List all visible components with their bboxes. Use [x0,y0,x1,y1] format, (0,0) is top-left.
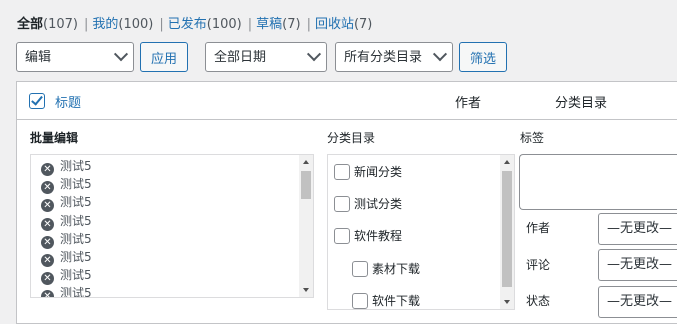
scroll-up-arrow-icon[interactable] [299,155,313,169]
post-title: 测试5 [60,195,92,209]
date-filter-select[interactable]: 全部日期 [205,42,327,72]
filter-published-count: (100) [206,17,242,32]
apply-button[interactable]: 应用 [140,42,188,72]
filter-separator: | [159,17,164,32]
category-checklist: 新闻分类 测试分类 软件教程 素材下载 软件下载 [327,154,515,310]
comments-label: 评论 [526,258,551,272]
category-label: 新闻分类 [354,165,403,179]
scroll-up-arrow-icon[interactable] [500,155,514,169]
filter-all[interactable]: 全部(107) [17,17,78,32]
list-item: ✕ 测试5 [41,157,92,176]
category-checkbox[interactable] [334,228,350,244]
scrollbar-thumb[interactable] [502,171,512,287]
list-item: ✕ 测试5 [41,175,92,194]
category-label: 测试分类 [354,197,403,211]
category-item[interactable]: 素材下载 [352,260,420,278]
column-title[interactable]: 标题 [55,92,81,111]
scrollbar-thumb[interactable] [301,171,311,199]
category-item[interactable]: 测试分类 [334,195,402,213]
category-item[interactable]: 软件教程 [334,227,402,245]
list-item: ✕ 测试5 [41,230,92,249]
bulk-edit-post-list: ✕ 测试5 ✕ 测试5 ✕ 测试5 ✕ 测试5 ✕ 测试5 ✕ 测试5 ✕ 测试5 ✕ 测试5 [30,154,314,298]
categories-legend: 分类目录 [327,131,376,145]
category-checkbox[interactable] [352,293,368,309]
comments-select[interactable]: —无更改— [598,249,677,281]
filter-mine-count: (100) [118,17,154,32]
tags-textarea[interactable] [519,154,677,210]
filter-separator: | [247,17,253,32]
bulk-action-select[interactable]: 编辑 [16,42,134,72]
post-title: 测试5 [60,159,92,173]
category-item[interactable]: 新闻分类 [334,163,402,181]
filter-separator: | [83,17,89,32]
category-list-scrollbar[interactable] [500,155,514,309]
filter-trash-count: (7) [353,17,373,32]
post-title: 测试5 [60,214,92,228]
status-select[interactable]: —无更改— [598,286,677,318]
column-categories: 分类目录 [555,96,608,111]
author-select[interactable]: —无更改— [598,213,677,245]
filter-drafts-count: (7) [282,17,301,32]
category-filter-select[interactable]: 所有分类目录 [335,42,453,72]
filter-all-label[interactable]: 全部 [17,17,43,32]
column-author: 作者 [455,96,482,111]
category-item[interactable]: 软件下载 [352,292,421,309]
post-title: 测试5 [60,250,92,264]
list-item: ✕ 测试5 [41,284,92,298]
category-label: 素材下载 [372,262,421,276]
post-title: 测试5 [60,232,92,246]
filter-published-label[interactable]: 已发布 [168,17,207,32]
scroll-down-arrow-icon[interactable] [299,283,313,297]
list-item: ✕ 测试5 [41,193,92,212]
post-title: 测试5 [60,268,92,282]
category-label: 软件下载 [372,294,421,308]
category-checkbox[interactable] [334,196,350,212]
list-item: ✕ 测试5 [41,248,92,267]
table-header: 标题 作者 分类目录 [17,82,677,120]
tags-legend: 标签 [520,131,545,145]
filter-published[interactable]: 已发布(100) [168,17,242,32]
category-checkbox[interactable] [352,261,368,277]
category-filter-dropdown[interactable]: 所有分类目录 [335,42,453,72]
author-label: 作者 [526,221,551,235]
post-list-scrollbar[interactable] [299,155,313,297]
category-label: 软件教程 [354,229,403,243]
remove-circle-icon[interactable]: ✕ [41,199,54,212]
list-item: ✕ 测试5 [41,212,92,231]
filter-all-count: (107) [43,17,78,32]
filter-mine-label[interactable]: 我的 [92,17,118,32]
scroll-down-arrow-icon[interactable] [500,295,514,309]
category-checkbox[interactable] [334,164,350,180]
select-all-checkbox[interactable] [29,93,45,109]
list-item: ✕ 测试5 [41,266,92,285]
filter-mine[interactable]: 我的(100) [92,17,153,32]
filter-drafts-label[interactable]: 草稿 [256,17,282,32]
post-title: 测试5 [60,177,92,191]
filter-drafts[interactable]: 草稿(7) [256,17,300,32]
filter-trash-label[interactable]: 回收站 [315,17,354,32]
filter-trash[interactable]: 回收站(7) [315,17,372,32]
bulk-action-dropdown[interactable]: 编辑 [16,42,134,72]
status-filter-links: 全部(107) | 我的(100) | 已发布(100) | 草稿(7) | 回收站(7) [17,15,372,35]
post-title: 测试5 [60,286,92,298]
status-label: 状态 [526,294,551,308]
bulk-edit-legend: 批量编辑 [30,131,79,145]
remove-circle-icon[interactable]: ✕ [41,290,54,297]
filter-separator: | [306,17,311,32]
date-filter-dropdown[interactable]: 全部日期 [205,42,327,72]
filter-button[interactable]: 筛选 [459,42,507,72]
posts-table: 标题 作者 分类目录 批量编辑 分类目录 标签 ✕ 测试5 ✕ 测试5 ✕ 测试5 ✕… [16,81,677,324]
